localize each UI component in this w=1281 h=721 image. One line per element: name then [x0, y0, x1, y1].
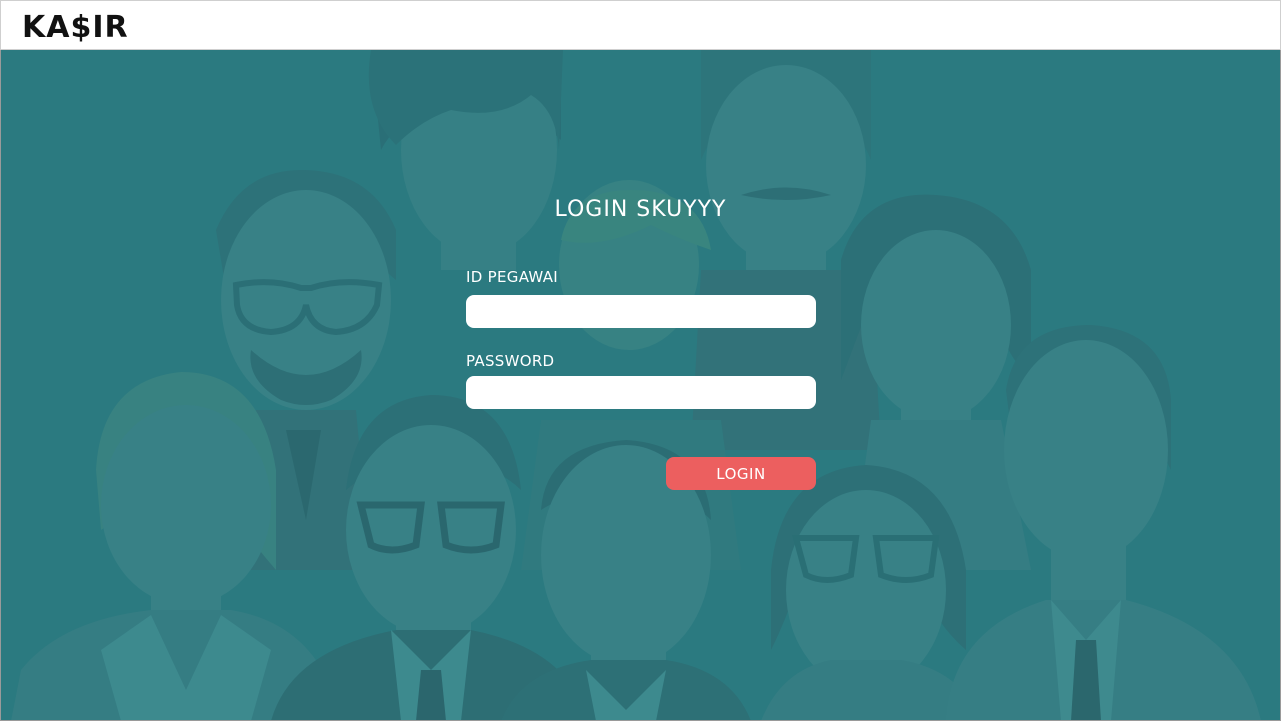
id-pegawai-input[interactable] [466, 295, 816, 328]
id-pegawai-label: ID PEGAWAI [466, 268, 559, 286]
password-input[interactable] [466, 376, 816, 409]
password-label: PASSWORD [466, 352, 555, 370]
login-button[interactable]: LOGIN [666, 457, 816, 490]
brand-logo: KA$IR [22, 10, 129, 45]
login-page: KA$IR LOGIN SKUYYY ID PEGAWAI PASSWORD L… [0, 0, 1281, 721]
login-hero: LOGIN SKUYYY ID PEGAWAI PASSWORD LOGIN [0, 50, 1281, 721]
login-title-text: LOGIN SKUYYY [554, 197, 727, 222]
top-bar: KA$IR [0, 0, 1281, 50]
login-title: LOGIN SKUYYY [1, 195, 1280, 225]
